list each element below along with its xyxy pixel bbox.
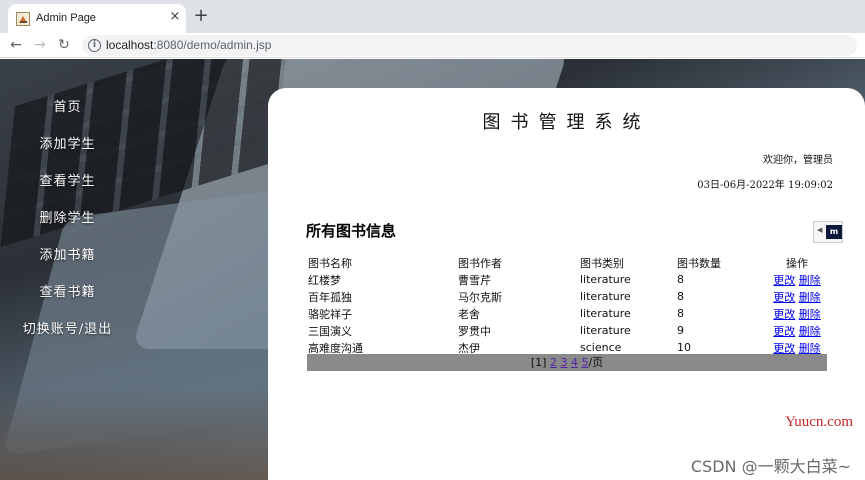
row-actions: 更改 删除 [767,271,827,288]
edit-link[interactable]: 更改 [773,342,795,355]
site-watermark: Yuucn.com [785,414,853,430]
book-name: 红楼梦 [308,273,341,287]
main-panel: 图书管理系统 欢迎你，管理员 03日-06月-2022年 19:09:02 所有… [268,88,865,480]
delete-link[interactable]: 删除 [799,342,821,355]
pager-suffix: /页 [588,356,604,369]
book-count: 8 [677,307,684,320]
edit-link[interactable]: 更改 [773,291,795,304]
tab-title: Admin Page [36,12,96,24]
widget-logo-icon: m [826,225,842,239]
table-header-row: 图书名称 图书作者 图书类别 图书数量 操作 [306,255,827,271]
books-table: 图书名称 图书作者 图书类别 图书数量 操作 红楼梦 曹雪芹 literatur… [306,255,827,356]
csdn-watermark: CSDN @一颗大白菜~ [690,457,851,476]
book-name: 三国演义 [308,324,352,338]
book-category: literature [580,324,631,337]
background-desk [0,389,280,480]
book-category: literature [580,273,631,286]
sidebar-item-view-books[interactable]: 查看书籍 [0,278,135,315]
floating-widget[interactable]: ◀ m [813,221,843,243]
current-page: [1] [530,356,547,369]
page-link[interactable]: 4 [571,356,578,369]
book-count: 8 [677,273,684,286]
browser-toolbar: ← → ↻ i localhost:8080/demo/admin.jsp [0,33,865,58]
new-tab-button[interactable]: + [193,7,209,25]
sidebar-item-delete-student[interactable]: 删除学生 [0,204,135,241]
column-header-count: 图书数量 [677,257,721,270]
pagination-bar: [1] 2 3 4 5/页 [307,354,827,371]
back-button[interactable]: ← [8,36,24,54]
table-row: 百年孤独 马尔克斯 literature 8 更改 删除 [306,288,827,305]
browser-tab-bar: Admin Page × + [0,0,865,33]
close-tab-icon[interactable]: × [168,10,182,24]
column-header-author: 图书作者 [458,257,502,270]
delete-link[interactable]: 删除 [799,325,821,338]
row-actions: 更改 删除 [767,322,827,339]
book-count: 8 [677,290,684,303]
section-title: 所有图书信息 [306,222,397,240]
datetime-text: 03日-06月-2022年 19:09:02 [697,180,833,191]
page-link[interactable]: 3 [560,356,567,369]
sidebar-nav: 首页 添加学生 查看学生 删除学生 添加书籍 查看书籍 切换账号/退出 [0,93,135,352]
sidebar-item-add-book[interactable]: 添加书籍 [0,241,135,278]
page-title: 图书管理系统 [482,112,651,133]
book-category: literature [580,290,631,303]
book-name: 百年孤独 [308,290,352,304]
row-actions: 更改 删除 [767,288,827,305]
forward-button[interactable]: → [32,36,48,54]
url-text: localhost:8080/demo/admin.jsp [106,38,271,52]
book-author: 罗贯中 [458,324,491,338]
delete-link[interactable]: 删除 [799,308,821,321]
row-actions: 更改 删除 [767,305,827,322]
reload-button[interactable]: ↻ [56,36,72,54]
column-header-name: 图书名称 [308,257,352,270]
book-author: 曹雪芹 [458,273,491,287]
delete-link[interactable]: 删除 [799,291,821,304]
favicon-icon [16,12,30,26]
edit-link[interactable]: 更改 [773,308,795,321]
sidebar-item-home[interactable]: 首页 [0,93,135,130]
table-row: 红楼梦 曹雪芹 literature 8 更改 删除 [306,271,827,288]
table-row: 骆驼祥子 老舍 literature 8 更改 删除 [306,305,827,322]
sidebar-item-switch-logout[interactable]: 切换账号/退出 [0,315,135,352]
edit-link[interactable]: 更改 [773,325,795,338]
url-host: localhost [106,38,154,52]
column-header-category: 图书类别 [580,257,624,270]
book-author: 马尔克斯 [458,290,502,304]
address-bar[interactable]: i localhost:8080/demo/admin.jsp [82,35,857,56]
welcome-text: 欢迎你，管理员 [763,155,833,166]
site-info-icon[interactable]: i [88,39,101,52]
delete-link[interactable]: 删除 [799,274,821,287]
book-name: 骆驼祥子 [308,307,352,321]
browser-tab[interactable]: Admin Page × [8,4,186,33]
book-author: 老舍 [458,307,480,321]
sidebar-item-add-student[interactable]: 添加学生 [0,130,135,167]
book-category: literature [580,307,631,320]
column-header-actions: 操作 [786,257,808,270]
sidebar-item-view-students[interactable]: 查看学生 [0,167,135,204]
table-row: 三国演义 罗贯中 literature 9 更改 删除 [306,322,827,339]
book-count: 9 [677,324,684,337]
page-link[interactable]: 2 [550,356,557,369]
url-path: :8080/demo/admin.jsp [153,38,272,52]
collapse-arrow-icon[interactable]: ◀ [817,226,822,234]
edit-link[interactable]: 更改 [773,274,795,287]
page-content: 首页 添加学生 查看学生 删除学生 添加书籍 查看书籍 切换账号/退出 图书管理… [0,59,865,480]
